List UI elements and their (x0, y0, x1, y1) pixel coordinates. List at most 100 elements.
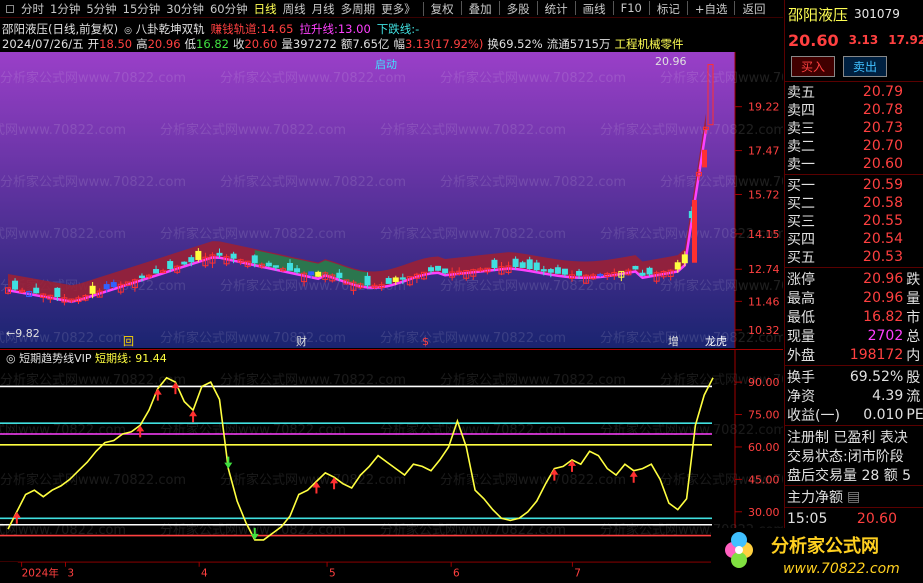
bids-row[interactable]: 买三 20.55 (785, 212, 923, 230)
menu-icon[interactable] (6, 4, 14, 13)
stat-value: 16.82 (863, 308, 904, 325)
toolbar-button[interactable]: 返回 (739, 1, 768, 17)
dropdown-icon[interactable]: ▤ (847, 489, 860, 505)
amp-label: 幅 (393, 37, 405, 51)
watermark-text: 分析家公式网www.70822.com (0, 226, 126, 242)
candle-body (265, 262, 272, 267)
candle-body (632, 265, 639, 270)
tab-period[interactable]: 更多》 (378, 1, 419, 17)
candle-body (399, 277, 406, 280)
tab-period[interactable]: 1分钟 (47, 1, 83, 17)
watermark-text: 分析家公式网www.70822.com (380, 122, 566, 138)
bids-row[interactable]: 买四 20.54 (785, 230, 923, 248)
stat-row: 收益(一) 0.010 PE (785, 405, 923, 424)
toolbar-button[interactable]: +自选 (692, 1, 731, 17)
event-marker[interactable]: $ (422, 335, 429, 348)
candle-body (272, 265, 279, 268)
event-marker[interactable]: 回 (123, 335, 134, 348)
candle-body (385, 277, 392, 284)
candle-body (167, 261, 174, 269)
stat-tail: 流 (906, 388, 921, 405)
stat-value: 69.52% (849, 368, 904, 385)
candle-body (195, 250, 202, 260)
tab-period[interactable]: 60分钟 (207, 1, 251, 17)
watermark-text: 分析家公式网www.70822.com (600, 422, 783, 438)
high-value: 20.96 (147, 37, 181, 51)
quote-pct: 17.92 (888, 33, 923, 47)
divider (785, 507, 923, 508)
quote-name: 邵阳液压 (788, 5, 849, 24)
indicator-name: 短期趋势线VIP (19, 351, 92, 365)
low-label: 低 (184, 37, 197, 51)
stat-label: 最低 (787, 309, 815, 326)
candlestick-chart[interactable]: 分析家公式网www.70822.com 分析家公式网www.70822.com 分析… (0, 52, 783, 348)
toolbar-button[interactable]: 标记 (654, 1, 683, 17)
bids-label: 买一 (787, 178, 815, 194)
tab-period[interactable]: 周线 (280, 1, 309, 17)
asks-row[interactable]: 卖五 20.79 (785, 83, 923, 101)
tab-period[interactable]: 月线 (309, 1, 338, 17)
stat-tail: 股 (906, 369, 921, 386)
asks-row[interactable]: 卖三 20.73 (785, 119, 923, 137)
date-label: 5 (329, 567, 336, 579)
asks-row[interactable]: 卖四 20.78 (785, 101, 923, 119)
start-label: 启动 (375, 58, 397, 71)
price-tick-label: 14.15 (748, 228, 780, 241)
watermark-text: 分析家公式网www.70822.com (440, 278, 626, 294)
sell-button[interactable]: 卖出 (843, 55, 888, 77)
asks-row[interactable]: 卖一 20.60 (785, 155, 923, 173)
bids-row[interactable]: 买五 20.53 (785, 248, 923, 266)
buy-button[interactable]: 买入 (791, 55, 836, 77)
toolbar-button[interactable]: 画线 (580, 1, 609, 17)
indicator-title[interactable]: ◎ 八卦乾坤双轨 (124, 21, 205, 36)
indicator-tick-label: 45.00 (748, 473, 780, 486)
toolbar-button[interactable]: 复权 (428, 1, 457, 17)
candle-body (103, 284, 110, 290)
ind3-value: - (415, 22, 420, 36)
candle-body (153, 269, 160, 274)
toolbar-button[interactable]: F10 (618, 1, 645, 17)
watermark-text: 分析家公式网www.70822.com (220, 70, 406, 86)
tab-period[interactable]: 15分钟 (120, 1, 164, 17)
stat-row: 现量 2702 总 (785, 326, 923, 345)
close-value: 20.60 (244, 37, 278, 51)
toggle-icon[interactable]: ◎ (124, 26, 132, 36)
toolbar-button[interactable]: 统计 (542, 1, 571, 17)
bid-list: 买一 20.59 买二 20.58 买三 20.55 买四 20.54 买五 20.53 (785, 176, 923, 266)
indicator-chart[interactable]: 分析家公式网www.70822.com 分析家公式网www.70822.com 分析… (0, 349, 783, 561)
event-marker[interactable]: 增 (668, 334, 679, 348)
stat-tail: 量 (906, 290, 921, 307)
period-tabs: 分时 1分钟 5分钟 15分钟 30分钟 60分钟 日线 周线 月线 多周期 更多》 (18, 1, 419, 17)
tab-period[interactable]: 30分钟 (163, 1, 207, 17)
main-flow-row[interactable]: 主力净额 ▤ (785, 487, 923, 506)
tab-period[interactable]: 分时 (18, 1, 47, 17)
date-label: 6 (453, 567, 460, 579)
event-marker[interactable]: 龙虎 (705, 335, 727, 348)
candle-body (392, 277, 399, 282)
toolbar-button[interactable]: 多股 (504, 1, 533, 17)
event-marker[interactable]: 财 (296, 334, 307, 348)
candle-body (110, 282, 117, 288)
watermark-text: 分析家公式网www.70822.com (160, 122, 346, 138)
ind1-value: 14.65 (260, 22, 294, 36)
watermark-text: 分析家公式网www.70822.com (380, 226, 566, 242)
tab-period[interactable]: 5分钟 (83, 1, 119, 17)
stat-label: 涨停 (787, 271, 815, 288)
toolbar-button[interactable]: 叠加 (466, 1, 495, 17)
tab-period[interactable]: 多周期 (338, 1, 379, 17)
bids-label: 买二 (787, 196, 815, 212)
bids-row[interactable]: 买二 20.58 (785, 194, 923, 212)
stat-label: 最高 (787, 290, 815, 307)
asks-row[interactable]: 卖二 20.70 (785, 137, 923, 155)
bids-row[interactable]: 买一 20.59 (785, 176, 923, 194)
bar-date: 2024/07/26/五 (2, 37, 84, 51)
tab-period[interactable]: 日线 (251, 1, 280, 17)
watermark-text: 分析家公式网www.70822.com (0, 122, 126, 138)
asks-price: 20.60 (862, 156, 903, 172)
candle-body (138, 275, 145, 279)
candle-body (547, 269, 554, 273)
asks-price: 20.78 (862, 102, 903, 118)
price-stats: 涨停 20.96 跌最高 20.96 量最低 16.82 市现量 2702 总外盘 198172 内 (785, 269, 923, 364)
logo-text: 分析家公式网 (771, 535, 879, 557)
asks-label: 卖三 (787, 121, 815, 137)
